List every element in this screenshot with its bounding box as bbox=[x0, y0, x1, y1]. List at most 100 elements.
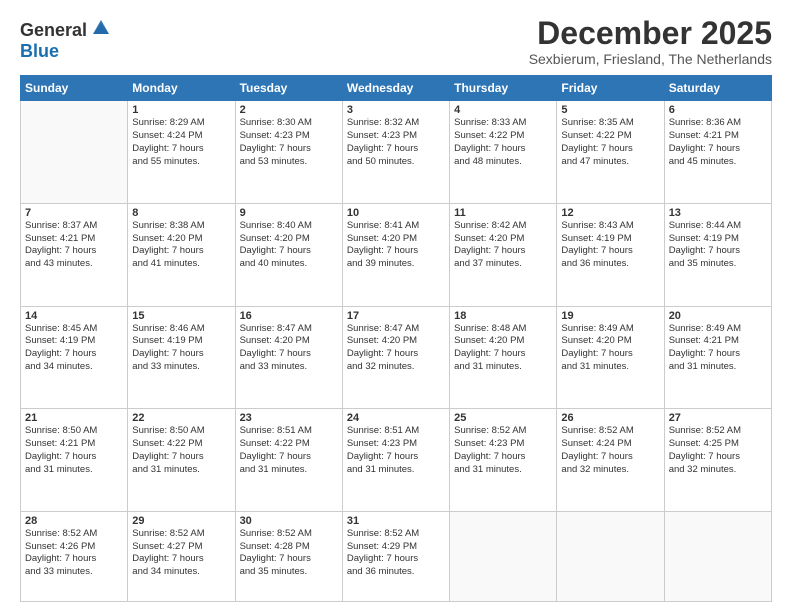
calendar-day-cell: 10Sunrise: 8:41 AM Sunset: 4:20 PM Dayli… bbox=[342, 203, 449, 306]
day-number: 16 bbox=[240, 310, 338, 322]
logo-general-text: General bbox=[20, 20, 87, 41]
day-number: 31 bbox=[347, 515, 445, 527]
day-info: Sunrise: 8:52 AM Sunset: 4:28 PM Dayligh… bbox=[240, 528, 338, 579]
day-number: 11 bbox=[454, 207, 552, 219]
month-title: December 2025 bbox=[529, 16, 772, 51]
day-info: Sunrise: 8:38 AM Sunset: 4:20 PM Dayligh… bbox=[132, 220, 230, 271]
day-info: Sunrise: 8:51 AM Sunset: 4:22 PM Dayligh… bbox=[240, 425, 338, 476]
calendar-day-header: Monday bbox=[128, 76, 235, 101]
calendar-day-cell: 18Sunrise: 8:48 AM Sunset: 4:20 PM Dayli… bbox=[450, 306, 557, 409]
logo-blue-text: Blue bbox=[20, 41, 59, 62]
calendar-day-cell: 11Sunrise: 8:42 AM Sunset: 4:20 PM Dayli… bbox=[450, 203, 557, 306]
day-number: 19 bbox=[561, 310, 659, 322]
calendar-day-cell: 2Sunrise: 8:30 AM Sunset: 4:23 PM Daylig… bbox=[235, 101, 342, 204]
day-info: Sunrise: 8:37 AM Sunset: 4:21 PM Dayligh… bbox=[25, 220, 123, 271]
calendar-day-header: Tuesday bbox=[235, 76, 342, 101]
calendar-day-cell: 22Sunrise: 8:50 AM Sunset: 4:22 PM Dayli… bbox=[128, 409, 235, 512]
day-info: Sunrise: 8:50 AM Sunset: 4:22 PM Dayligh… bbox=[132, 425, 230, 476]
day-number: 8 bbox=[132, 207, 230, 219]
calendar-day-cell: 23Sunrise: 8:51 AM Sunset: 4:22 PM Dayli… bbox=[235, 409, 342, 512]
calendar-day-cell: 19Sunrise: 8:49 AM Sunset: 4:20 PM Dayli… bbox=[557, 306, 664, 409]
day-number: 10 bbox=[347, 207, 445, 219]
day-number: 30 bbox=[240, 515, 338, 527]
day-info: Sunrise: 8:35 AM Sunset: 4:22 PM Dayligh… bbox=[561, 117, 659, 168]
day-number: 7 bbox=[25, 207, 123, 219]
calendar-week-row: 7Sunrise: 8:37 AM Sunset: 4:21 PM Daylig… bbox=[21, 203, 772, 306]
day-number: 24 bbox=[347, 412, 445, 424]
day-info: Sunrise: 8:43 AM Sunset: 4:19 PM Dayligh… bbox=[561, 220, 659, 271]
day-info: Sunrise: 8:52 AM Sunset: 4:25 PM Dayligh… bbox=[669, 425, 767, 476]
calendar-day-cell: 15Sunrise: 8:46 AM Sunset: 4:19 PM Dayli… bbox=[128, 306, 235, 409]
calendar-day-header: Thursday bbox=[450, 76, 557, 101]
day-info: Sunrise: 8:33 AM Sunset: 4:22 PM Dayligh… bbox=[454, 117, 552, 168]
calendar-day-cell: 13Sunrise: 8:44 AM Sunset: 4:19 PM Dayli… bbox=[664, 203, 771, 306]
day-info: Sunrise: 8:52 AM Sunset: 4:24 PM Dayligh… bbox=[561, 425, 659, 476]
day-info: Sunrise: 8:46 AM Sunset: 4:19 PM Dayligh… bbox=[132, 323, 230, 374]
day-number: 9 bbox=[240, 207, 338, 219]
page: General Blue December 2025 Sexbierum, Fr… bbox=[0, 0, 792, 612]
day-number: 28 bbox=[25, 515, 123, 527]
day-info: Sunrise: 8:51 AM Sunset: 4:23 PM Dayligh… bbox=[347, 425, 445, 476]
day-number: 2 bbox=[240, 104, 338, 116]
calendar-day-cell bbox=[21, 101, 128, 204]
day-info: Sunrise: 8:48 AM Sunset: 4:20 PM Dayligh… bbox=[454, 323, 552, 374]
logo: General Blue bbox=[20, 20, 112, 62]
calendar-header-row: SundayMondayTuesdayWednesdayThursdayFrid… bbox=[21, 76, 772, 101]
calendar-day-cell: 29Sunrise: 8:52 AM Sunset: 4:27 PM Dayli… bbox=[128, 511, 235, 601]
day-info: Sunrise: 8:49 AM Sunset: 4:20 PM Dayligh… bbox=[561, 323, 659, 374]
calendar-day-cell: 21Sunrise: 8:50 AM Sunset: 4:21 PM Dayli… bbox=[21, 409, 128, 512]
day-number: 27 bbox=[669, 412, 767, 424]
calendar-week-row: 1Sunrise: 8:29 AM Sunset: 4:24 PM Daylig… bbox=[21, 101, 772, 204]
calendar-week-row: 28Sunrise: 8:52 AM Sunset: 4:26 PM Dayli… bbox=[21, 511, 772, 601]
calendar-day-cell bbox=[450, 511, 557, 601]
calendar-day-cell: 26Sunrise: 8:52 AM Sunset: 4:24 PM Dayli… bbox=[557, 409, 664, 512]
day-info: Sunrise: 8:29 AM Sunset: 4:24 PM Dayligh… bbox=[132, 117, 230, 168]
day-number: 3 bbox=[347, 104, 445, 116]
day-number: 1 bbox=[132, 104, 230, 116]
day-info: Sunrise: 8:47 AM Sunset: 4:20 PM Dayligh… bbox=[240, 323, 338, 374]
day-number: 4 bbox=[454, 104, 552, 116]
day-number: 5 bbox=[561, 104, 659, 116]
calendar-day-header: Saturday bbox=[664, 76, 771, 101]
calendar-day-cell: 25Sunrise: 8:52 AM Sunset: 4:23 PM Dayli… bbox=[450, 409, 557, 512]
calendar-day-cell: 30Sunrise: 8:52 AM Sunset: 4:28 PM Dayli… bbox=[235, 511, 342, 601]
calendar-day-header: Wednesday bbox=[342, 76, 449, 101]
calendar-day-cell: 7Sunrise: 8:37 AM Sunset: 4:21 PM Daylig… bbox=[21, 203, 128, 306]
day-number: 22 bbox=[132, 412, 230, 424]
calendar-day-cell: 9Sunrise: 8:40 AM Sunset: 4:20 PM Daylig… bbox=[235, 203, 342, 306]
calendar-day-cell: 8Sunrise: 8:38 AM Sunset: 4:20 PM Daylig… bbox=[128, 203, 235, 306]
day-info: Sunrise: 8:52 AM Sunset: 4:27 PM Dayligh… bbox=[132, 528, 230, 579]
calendar-day-cell: 17Sunrise: 8:47 AM Sunset: 4:20 PM Dayli… bbox=[342, 306, 449, 409]
day-info: Sunrise: 8:36 AM Sunset: 4:21 PM Dayligh… bbox=[669, 117, 767, 168]
day-number: 17 bbox=[347, 310, 445, 322]
day-number: 14 bbox=[25, 310, 123, 322]
location-subtitle: Sexbierum, Friesland, The Netherlands bbox=[529, 51, 772, 67]
calendar-day-cell: 6Sunrise: 8:36 AM Sunset: 4:21 PM Daylig… bbox=[664, 101, 771, 204]
day-number: 13 bbox=[669, 207, 767, 219]
day-info: Sunrise: 8:45 AM Sunset: 4:19 PM Dayligh… bbox=[25, 323, 123, 374]
calendar-day-cell: 28Sunrise: 8:52 AM Sunset: 4:26 PM Dayli… bbox=[21, 511, 128, 601]
header: General Blue December 2025 Sexbierum, Fr… bbox=[20, 16, 772, 67]
day-info: Sunrise: 8:41 AM Sunset: 4:20 PM Dayligh… bbox=[347, 220, 445, 271]
calendar-day-cell: 24Sunrise: 8:51 AM Sunset: 4:23 PM Dayli… bbox=[342, 409, 449, 512]
day-number: 18 bbox=[454, 310, 552, 322]
day-number: 15 bbox=[132, 310, 230, 322]
calendar-day-cell: 3Sunrise: 8:32 AM Sunset: 4:23 PM Daylig… bbox=[342, 101, 449, 204]
calendar-week-row: 21Sunrise: 8:50 AM Sunset: 4:21 PM Dayli… bbox=[21, 409, 772, 512]
calendar-day-cell: 5Sunrise: 8:35 AM Sunset: 4:22 PM Daylig… bbox=[557, 101, 664, 204]
day-info: Sunrise: 8:30 AM Sunset: 4:23 PM Dayligh… bbox=[240, 117, 338, 168]
day-info: Sunrise: 8:44 AM Sunset: 4:19 PM Dayligh… bbox=[669, 220, 767, 271]
day-number: 25 bbox=[454, 412, 552, 424]
calendar-day-cell: 20Sunrise: 8:49 AM Sunset: 4:21 PM Dayli… bbox=[664, 306, 771, 409]
day-number: 26 bbox=[561, 412, 659, 424]
calendar-week-row: 14Sunrise: 8:45 AM Sunset: 4:19 PM Dayli… bbox=[21, 306, 772, 409]
day-info: Sunrise: 8:50 AM Sunset: 4:21 PM Dayligh… bbox=[25, 425, 123, 476]
calendar-table: SundayMondayTuesdayWednesdayThursdayFrid… bbox=[20, 75, 772, 602]
logo-icon bbox=[90, 16, 112, 38]
calendar-day-cell: 27Sunrise: 8:52 AM Sunset: 4:25 PM Dayli… bbox=[664, 409, 771, 512]
calendar-day-header: Friday bbox=[557, 76, 664, 101]
day-info: Sunrise: 8:32 AM Sunset: 4:23 PM Dayligh… bbox=[347, 117, 445, 168]
day-number: 29 bbox=[132, 515, 230, 527]
calendar-day-cell: 12Sunrise: 8:43 AM Sunset: 4:19 PM Dayli… bbox=[557, 203, 664, 306]
title-area: December 2025 Sexbierum, Friesland, The … bbox=[529, 16, 772, 67]
